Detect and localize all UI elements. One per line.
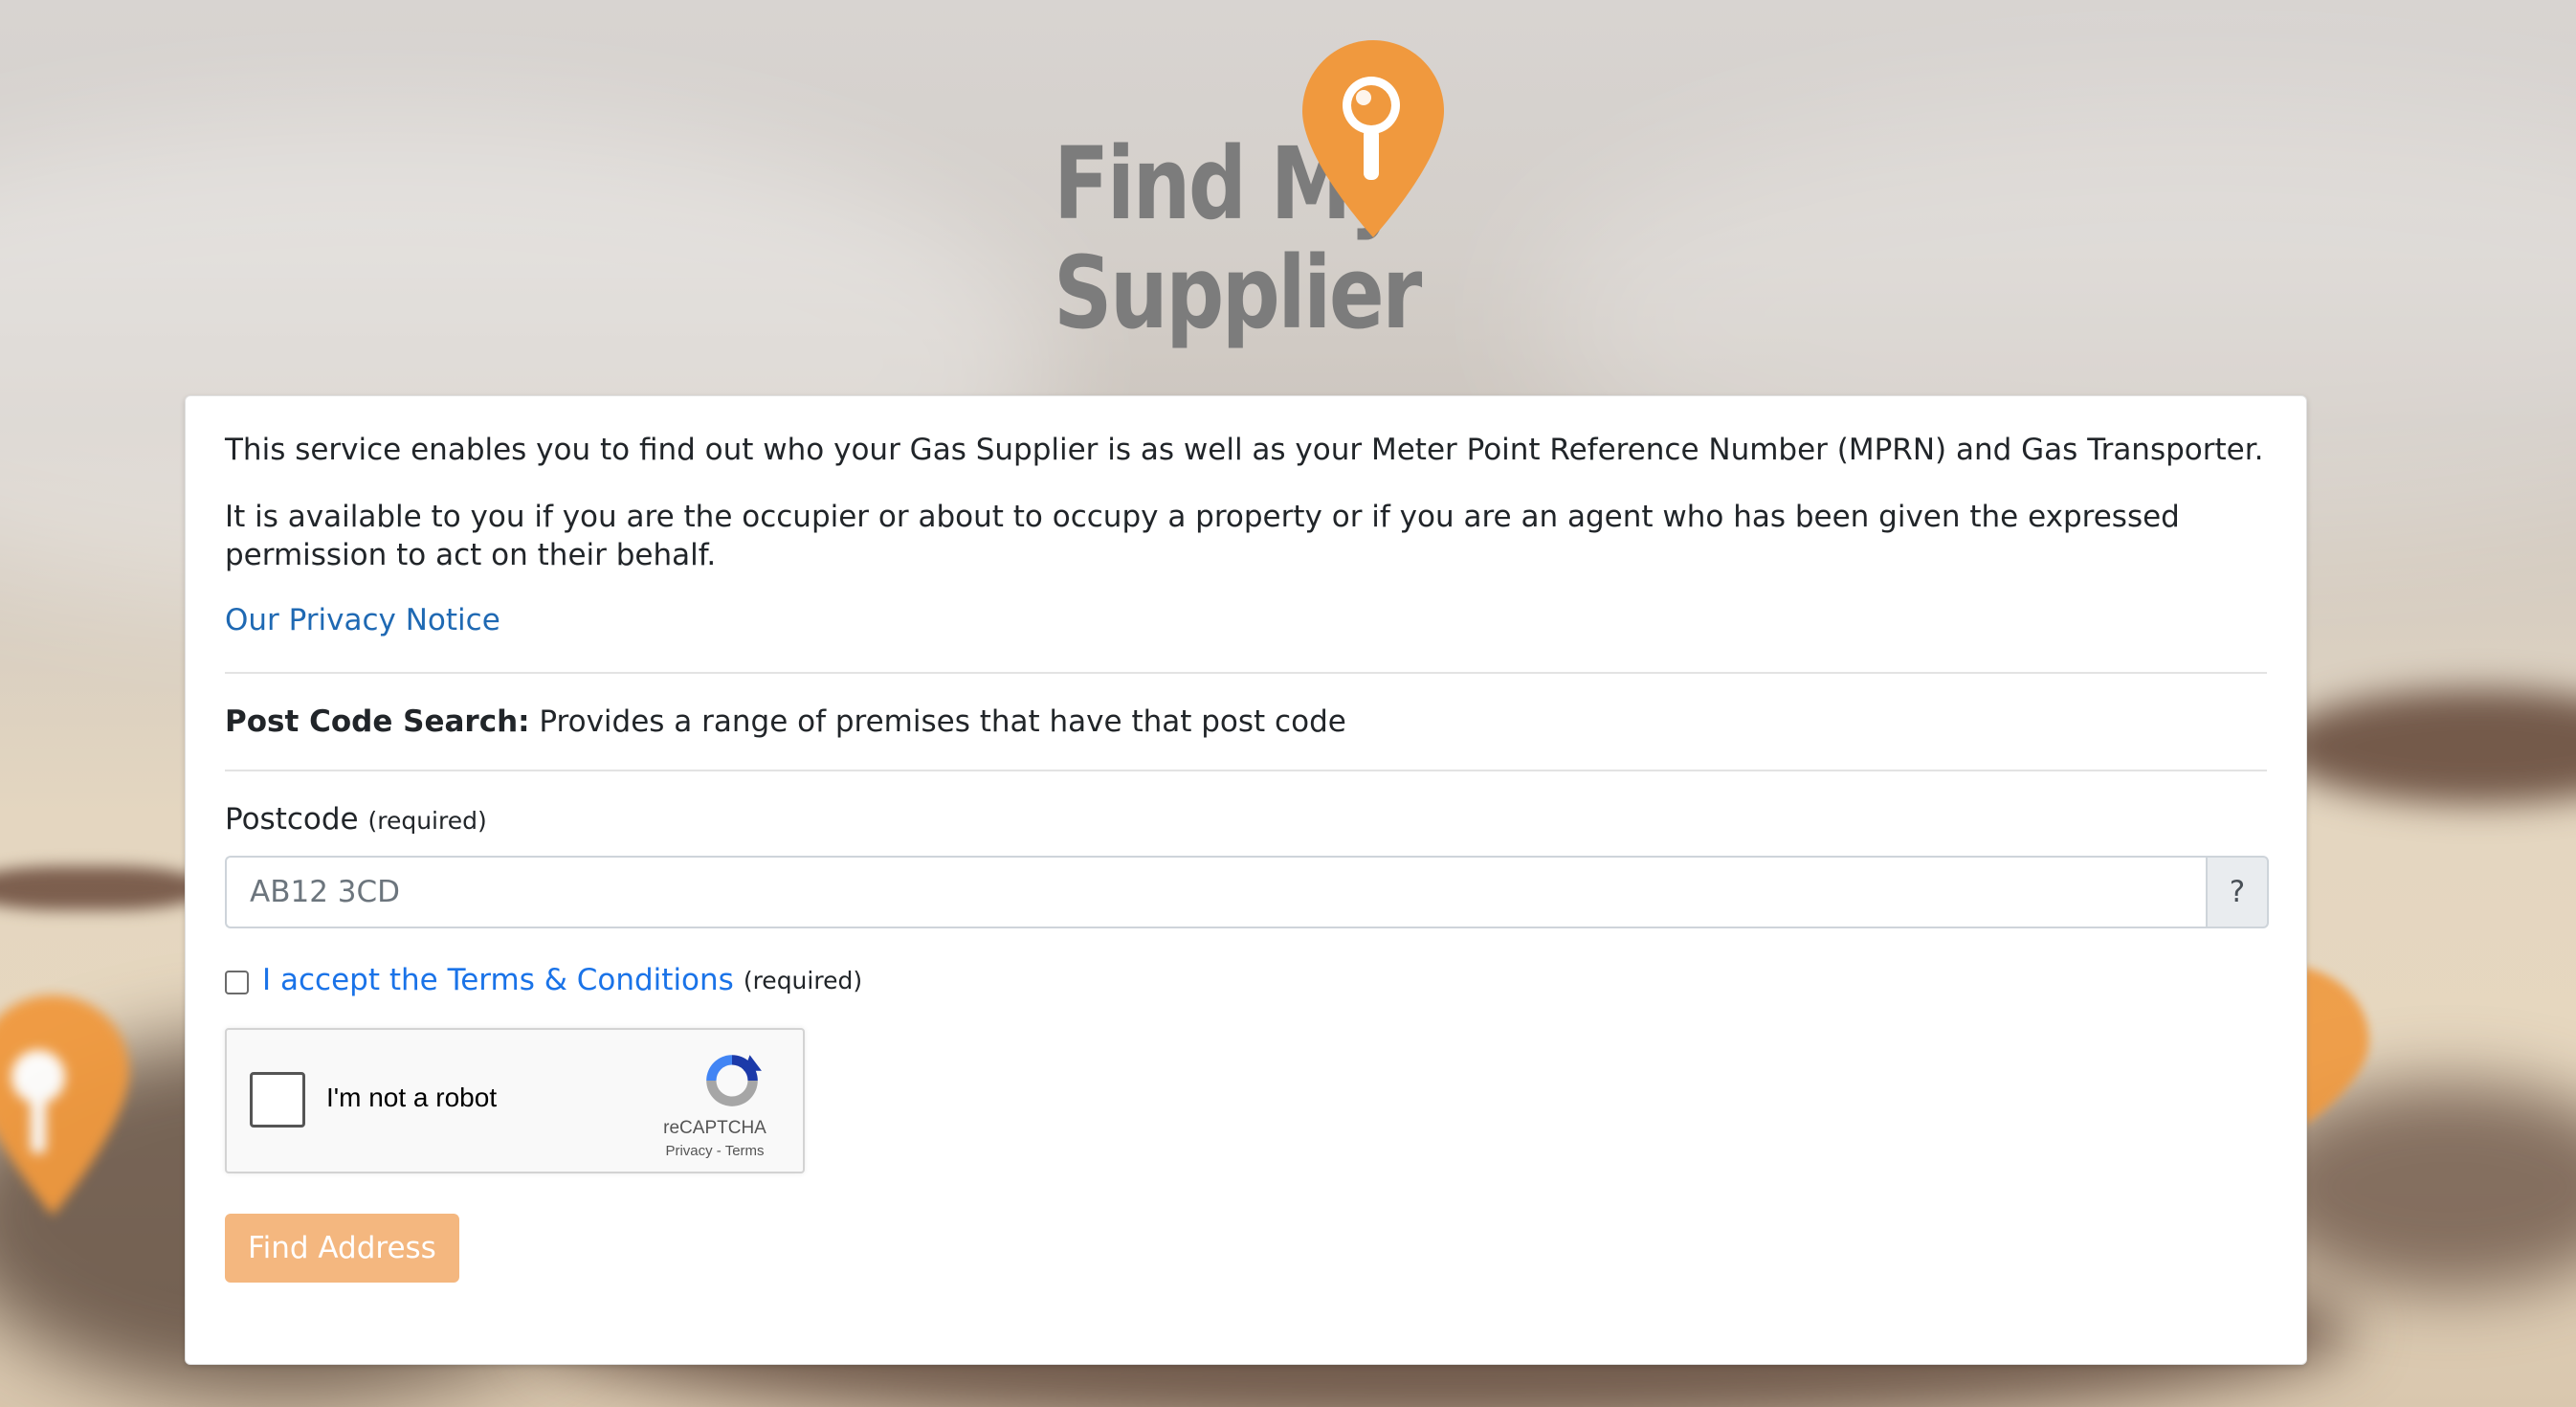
eligibility-paragraph: It is available to you if you are the oc…: [225, 500, 2180, 572]
recaptcha-links: Privacy - Terms: [648, 1143, 782, 1159]
terms-conditions-link[interactable]: I accept the Terms & Conditions: [262, 963, 734, 997]
terms-checkbox[interactable]: [225, 970, 249, 994]
postcode-search-text: Provides a range of premises that have t…: [529, 704, 1346, 739]
terms-row: I accept the Terms & Conditions (require…: [225, 961, 2267, 999]
postcode-label-text: Postcode: [225, 802, 359, 837]
map-pin-magnifier-icon: [1302, 40, 1444, 237]
terms-required-note: (required): [743, 966, 863, 994]
privacy-notice-link[interactable]: Our Privacy Notice: [225, 601, 2267, 639]
recaptcha-separator: -: [712, 1143, 725, 1159]
recaptcha-terms-link[interactable]: Terms: [725, 1143, 765, 1159]
recaptcha-widget: I'm not a robot reCAPTCHA Privacy - Term…: [225, 1028, 805, 1173]
divider: [225, 770, 2267, 771]
postcode-search-heading: Post Code Search:: [225, 704, 530, 739]
postcode-required-note: (required): [367, 807, 487, 835]
postcode-help-button[interactable]: ?: [2206, 856, 2269, 928]
postcode-input[interactable]: [225, 856, 2206, 928]
search-card: This service enables you to find out who…: [185, 395, 2307, 1365]
recaptcha-label: I'm not a robot: [326, 1083, 498, 1112]
recaptcha-checkbox[interactable]: [250, 1072, 305, 1128]
find-my-supplier-logo: Find My Supplier: [1048, 29, 1450, 354]
postcode-search-description: Post Code Search: Provides a range of pr…: [225, 674, 2267, 770]
recaptcha-privacy-link[interactable]: Privacy: [665, 1143, 712, 1159]
recaptcha-logo-icon: [706, 1055, 762, 1106]
background-pin-icon: [0, 995, 129, 1216]
recaptcha-brand: reCAPTCHA: [663, 1118, 766, 1138]
postcode-input-group: ?: [225, 856, 2269, 928]
intro-paragraph: This service enables you to find out who…: [225, 433, 2264, 467]
postcode-label: Postcode (required): [225, 800, 2267, 840]
find-address-button[interactable]: Find Address: [225, 1214, 459, 1283]
logo-line-2: Supplier: [1054, 234, 1422, 351]
